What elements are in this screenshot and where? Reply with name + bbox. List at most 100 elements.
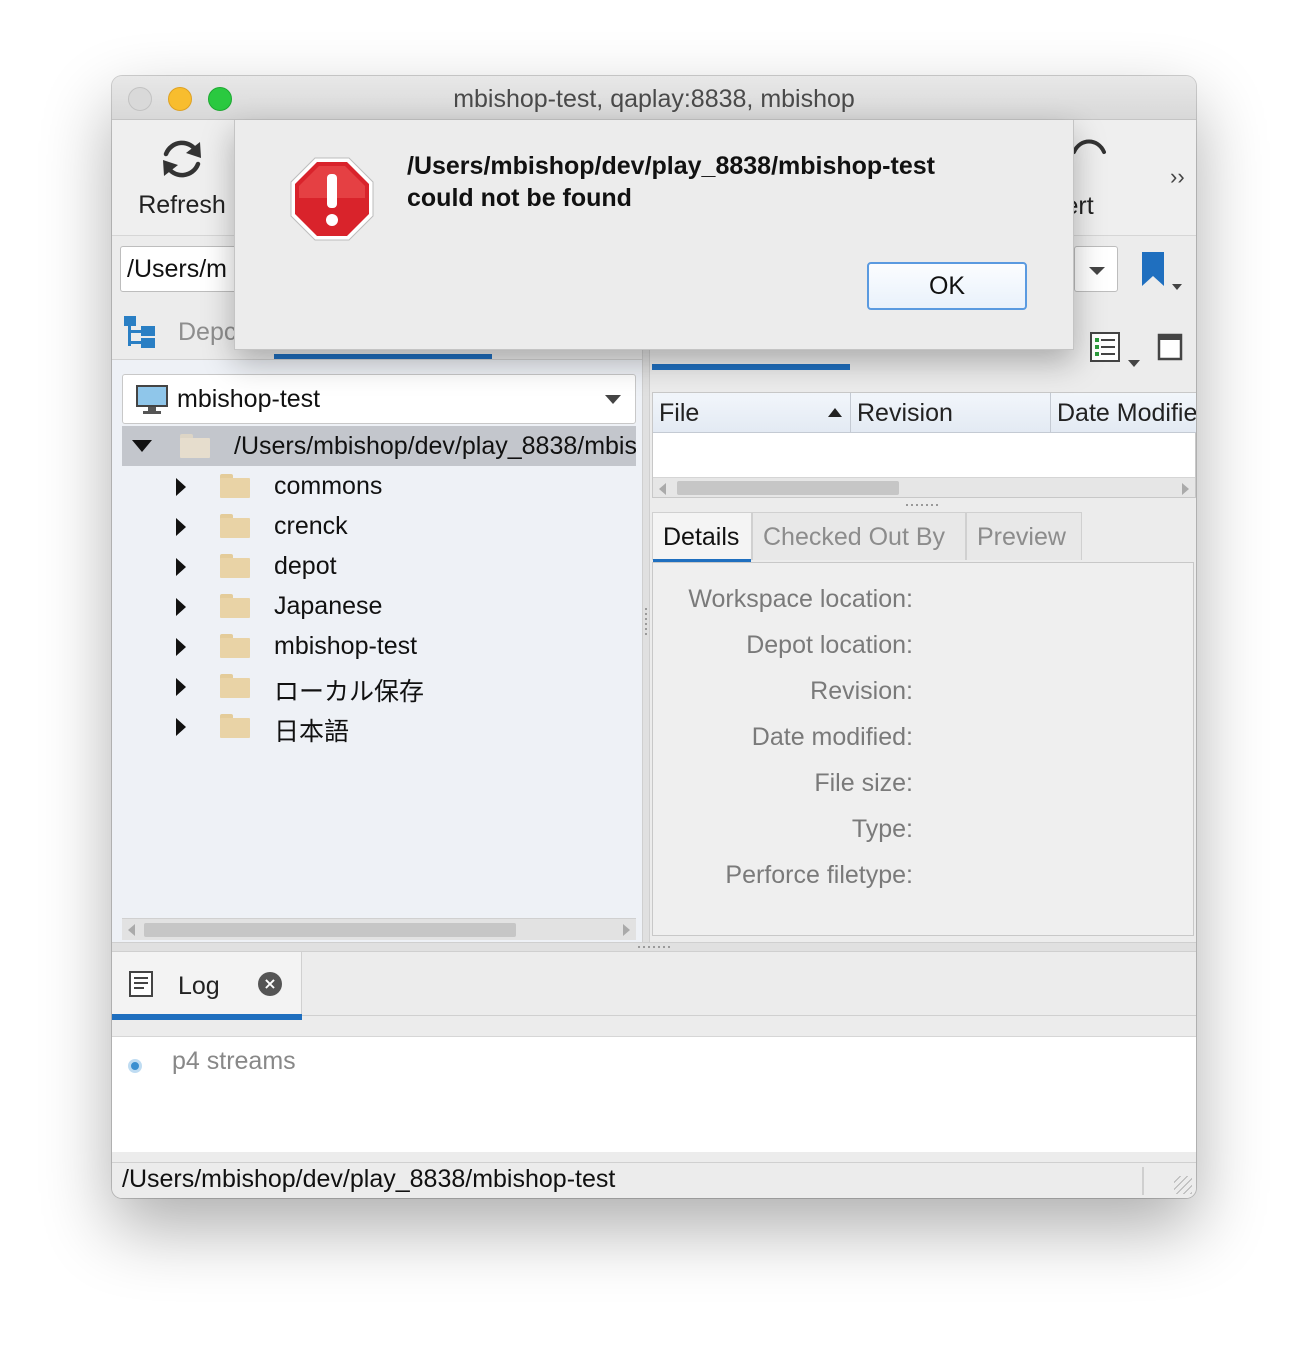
scroll-left-icon[interactable] — [128, 924, 135, 936]
detail-label-perforce-filetype: Perforce filetype: — [725, 861, 913, 889]
window-resize-grip[interactable] — [1174, 1176, 1192, 1194]
active-tab-indicator — [112, 1014, 302, 1020]
collapsed-triangle-icon[interactable] — [176, 558, 186, 576]
detail-label-file-size: File size: — [814, 769, 913, 797]
app-window: mbishop-test, qaplay:8838, mbishop Refre… — [112, 76, 1196, 1198]
status-separator — [1142, 1167, 1144, 1195]
refresh-label: Refresh — [138, 191, 226, 219]
folder-icon — [220, 514, 250, 538]
file-table-horizontal-scrollbar[interactable] — [653, 477, 1195, 497]
tree-item-label: crenck — [274, 512, 348, 540]
log-icon — [129, 971, 153, 997]
tab-details[interactable]: Details — [652, 512, 752, 564]
tree-item[interactable]: mbishop-test — [122, 626, 636, 666]
workspace-select[interactable]: mbishop-test — [122, 374, 636, 424]
dialog-message-line1: /Users/mbishop/dev/play_8838/mbishop-tes… — [407, 152, 935, 180]
tab-preview[interactable]: Preview — [966, 512, 1082, 560]
depot-horizontal-scrollbar[interactable] — [122, 918, 636, 940]
log-entry: p4 streams — [172, 1047, 296, 1075]
detail-label-depot-location: Depot location: — [746, 631, 913, 659]
tree-item-label: 日本語 — [274, 718, 350, 746]
tree-root-row[interactable]: /Users/mbishop/dev/play_8838/mbishop-tes… — [122, 426, 636, 466]
depot-tree-icon — [122, 312, 162, 357]
tree-item[interactable]: Japanese — [122, 586, 636, 626]
detach-icon[interactable] — [1156, 332, 1184, 362]
stop-icon — [290, 157, 374, 241]
refresh-button[interactable]: Refresh — [134, 134, 230, 220]
column-header-file[interactable]: File — [653, 393, 851, 433]
chevron-down-icon — [605, 395, 621, 404]
folder-icon — [220, 674, 250, 698]
collapsed-triangle-icon[interactable] — [176, 638, 186, 656]
detail-tabs: Details Checked Out By Preview — [652, 512, 1196, 564]
tree-item-label: mbishop-test — [274, 632, 418, 660]
detail-label-workspace-location: Workspace location: — [688, 585, 913, 613]
bookmark-button[interactable] — [1140, 250, 1188, 299]
tree-item[interactable]: ローカル保存 — [122, 666, 636, 706]
column-header-date-modified[interactable]: Date Modified — [1051, 393, 1196, 433]
folder-icon — [180, 434, 210, 458]
tree-item[interactable]: crenck — [122, 506, 636, 546]
collapsed-triangle-icon[interactable] — [176, 598, 186, 616]
tree-item[interactable]: 日本語 — [122, 706, 636, 746]
path-dropdown-button[interactable] — [1074, 246, 1118, 292]
scroll-left-icon[interactable] — [659, 483, 666, 495]
chevron-down-icon[interactable] — [1128, 360, 1140, 367]
tree-item-label: Japanese — [274, 592, 383, 620]
dialog-message-line2: could not be found — [407, 184, 632, 212]
column-header-revision[interactable]: Revision — [851, 393, 1051, 433]
computer-icon — [136, 385, 168, 414]
ok-button[interactable]: OK — [867, 262, 1027, 310]
title-bar: mbishop-test, qaplay:8838, mbishop — [112, 76, 1196, 120]
toolbar-overflow-button[interactable]: ›› — [1170, 164, 1185, 190]
scrollbar-thumb[interactable] — [144, 923, 516, 937]
status-path: /Users/mbishop/dev/play_8838/mbishop-tes… — [122, 1165, 616, 1193]
tree-item[interactable]: commons — [122, 466, 636, 506]
scroll-right-icon[interactable] — [623, 924, 630, 936]
revert-icon — [1072, 139, 1106, 154]
collapsed-triangle-icon[interactable] — [176, 518, 186, 536]
expanded-triangle-icon[interactable] — [132, 440, 152, 452]
tree-root-label: /Users/mbishop/dev/play_8838/mbishop-tes… — [234, 432, 636, 460]
dialog-message: /Users/mbishop/dev/play_8838/mbishop-tes… — [407, 150, 1047, 214]
tab-depot[interactable]: Depc — [178, 318, 236, 347]
folder-icon — [220, 634, 250, 658]
horizontal-splitter[interactable] — [112, 942, 1196, 952]
scrollbar-thumb[interactable] — [677, 481, 899, 495]
log-tab-label: Log — [178, 972, 220, 1000]
tree-item-label: commons — [274, 472, 383, 500]
info-bullet-icon — [128, 1059, 142, 1073]
scroll-right-icon[interactable] — [1182, 483, 1189, 495]
active-tab-indicator — [274, 354, 492, 359]
error-dialog: /Users/mbishop/dev/play_8838/mbishop-tes… — [234, 120, 1074, 350]
status-bar: /Users/mbishop/dev/play_8838/mbishop-tes… — [112, 1162, 1196, 1198]
bookmark-icon — [1142, 252, 1182, 290]
depot-pane: Depc mbishop-test /Users/mbishop/dev/pla… — [112, 308, 642, 942]
detail-label-type: Type: — [851, 815, 913, 843]
refresh-icon — [163, 140, 201, 178]
log-pane: Log × p4 streams — [112, 952, 1196, 1152]
list-view-icon[interactable] — [1090, 332, 1120, 362]
window-title: mbishop-test, qaplay:8838, mbishop — [453, 85, 855, 113]
tree-item-label: depot — [274, 552, 337, 580]
tree-item[interactable]: depot — [122, 546, 636, 586]
file-table: File Revision Date Modified — [652, 392, 1196, 498]
log-output: p4 streams — [112, 1036, 1196, 1152]
collapsed-triangle-icon[interactable] — [176, 478, 186, 496]
collapsed-triangle-icon[interactable] — [176, 718, 186, 736]
sort-ascending-icon — [828, 408, 842, 417]
detail-label-revision: Revision: — [810, 677, 913, 705]
folder-icon — [220, 714, 250, 738]
close-icon[interactable]: × — [258, 972, 282, 996]
folder-icon — [220, 474, 250, 498]
collapsed-triangle-icon[interactable] — [176, 678, 186, 696]
folder-icon — [220, 554, 250, 578]
vertical-splitter[interactable] — [642, 308, 650, 942]
detail-label-date-modified: Date modified: — [751, 723, 913, 751]
workspace-name: mbishop-test — [177, 385, 321, 413]
active-tab-indicator — [652, 364, 850, 370]
tab-checked-out-by[interactable]: Checked Out By — [752, 512, 966, 560]
chevron-down-icon — [1089, 267, 1105, 275]
tab-log[interactable]: Log × — [112, 952, 302, 1020]
panel-resize-grip[interactable] — [906, 504, 940, 506]
